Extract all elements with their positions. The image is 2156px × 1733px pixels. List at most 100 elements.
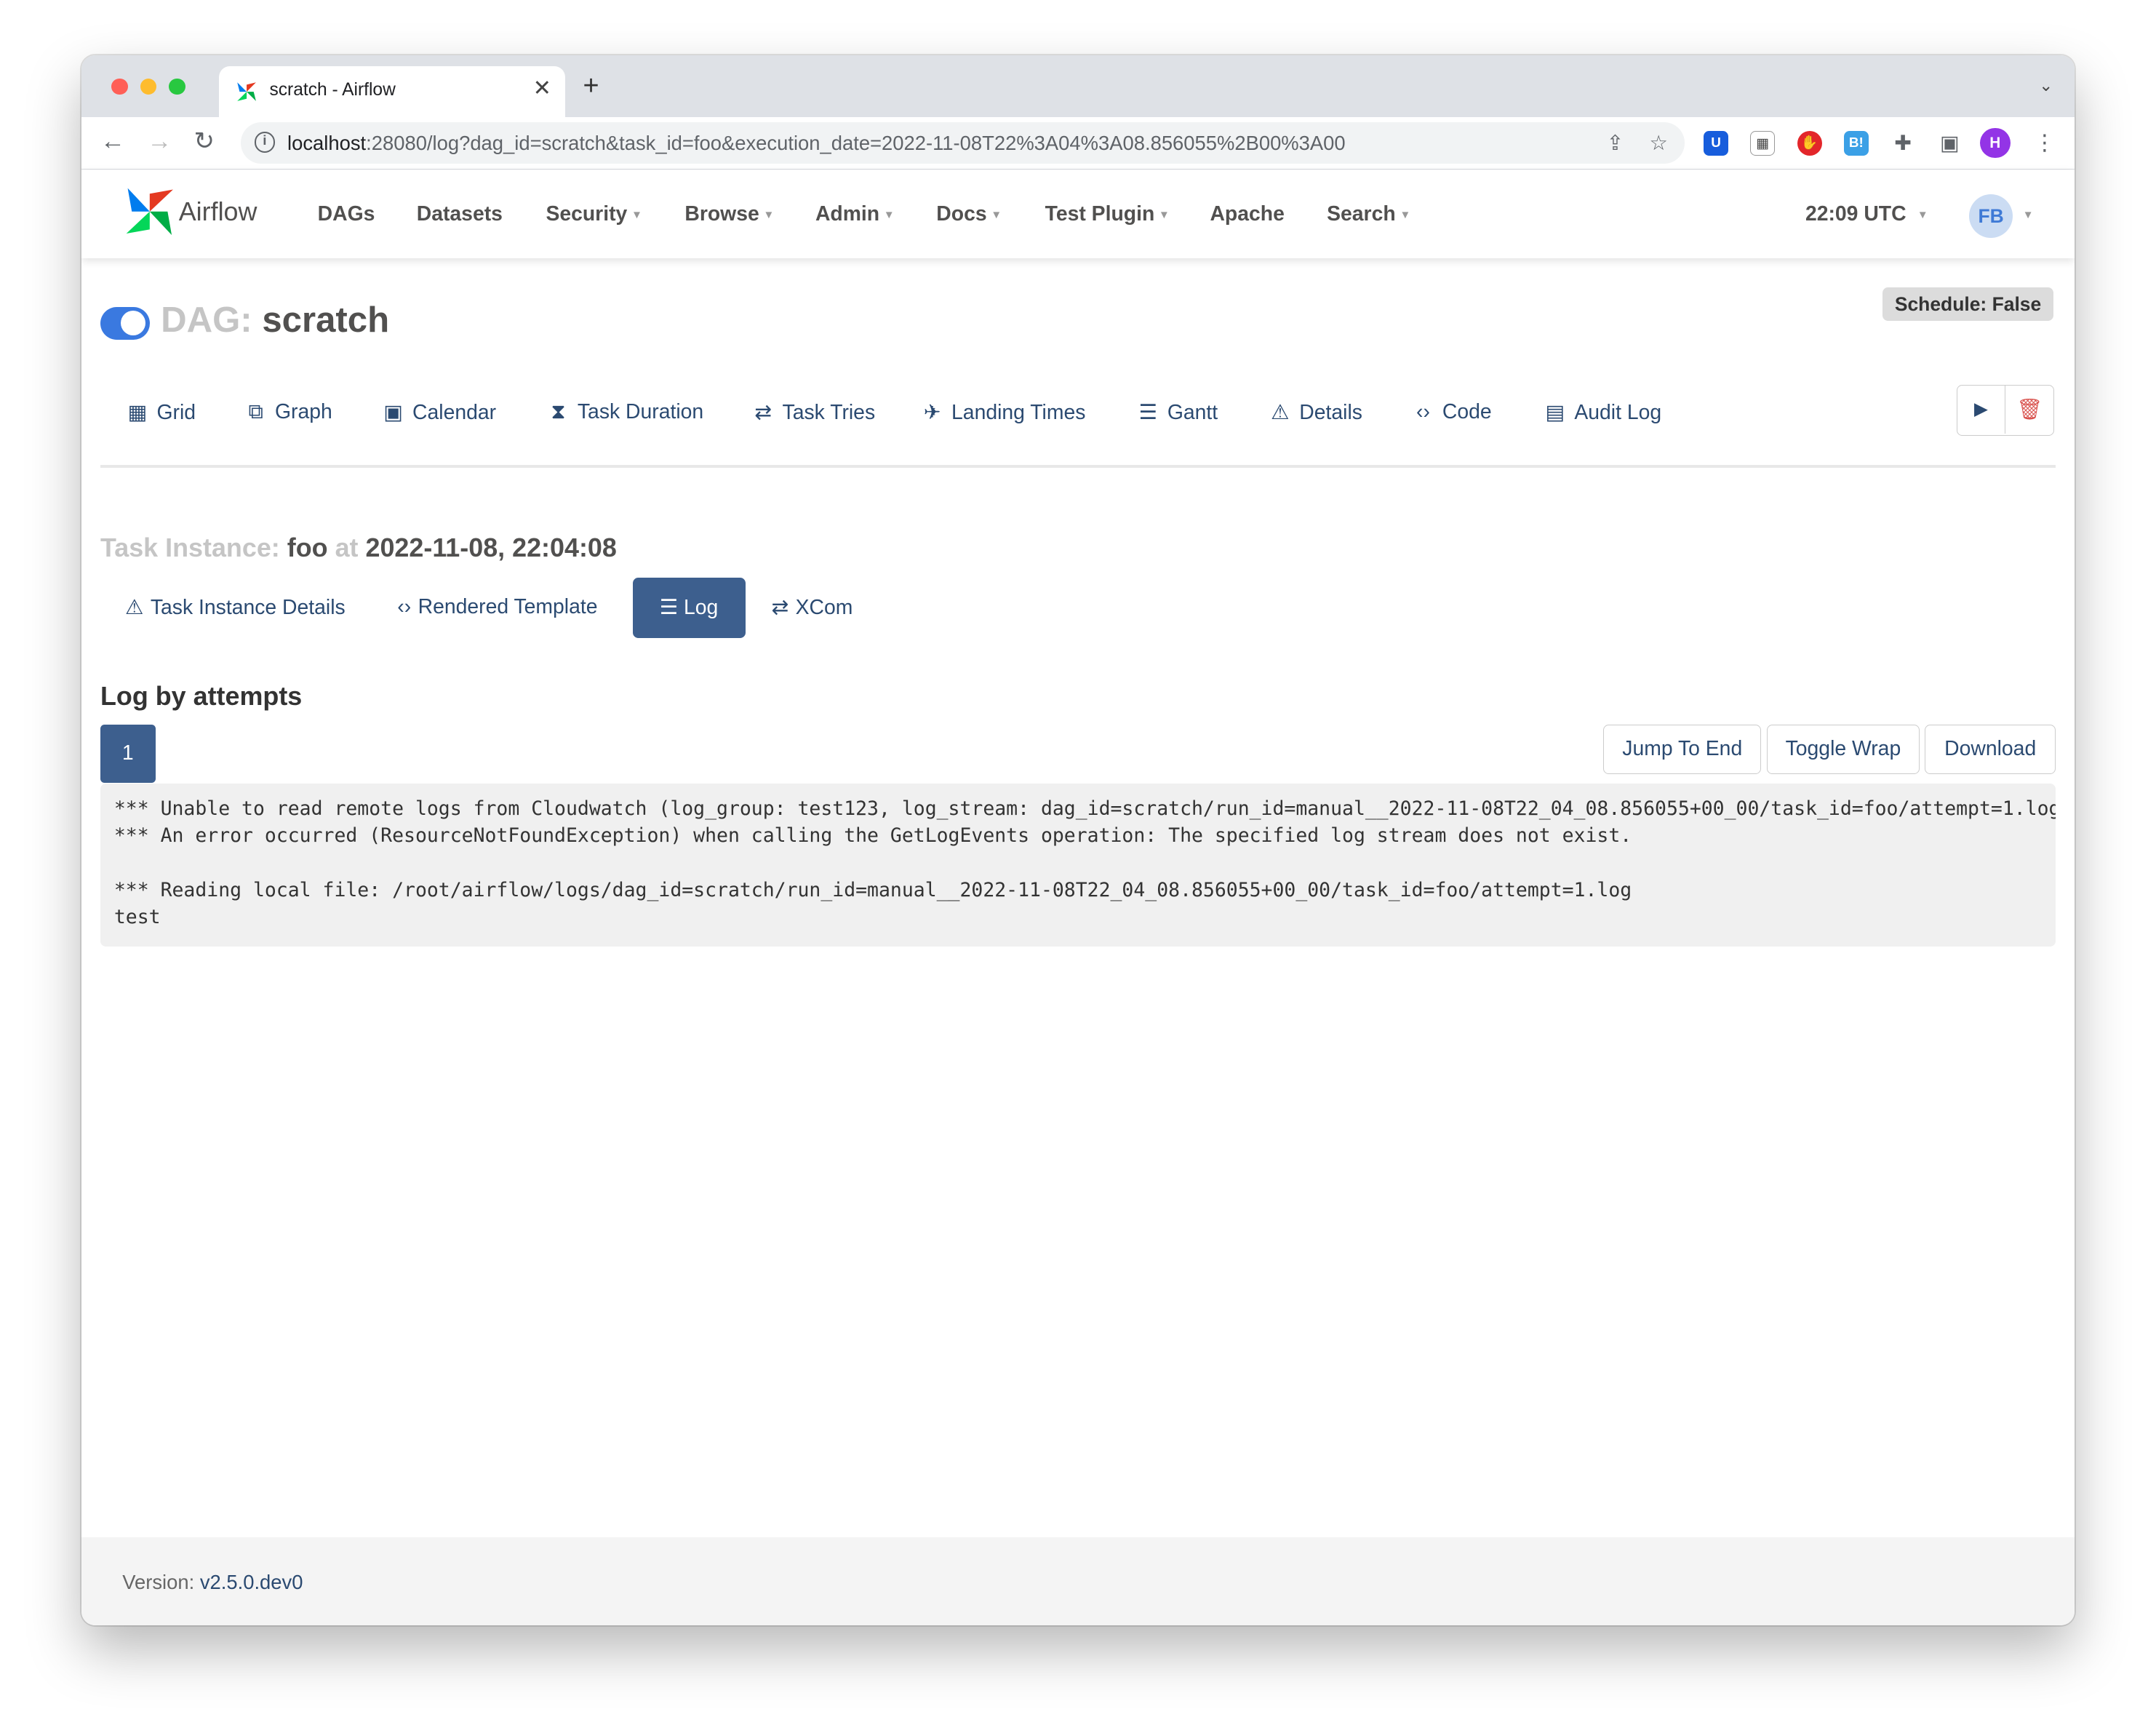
address-bar[interactable]: i localhost:28080/log?dag_id=scratch&tas… — [240, 122, 1685, 164]
trigger-dag-play-icon[interactable]: ▶ — [1957, 386, 2006, 434]
airflow-logo-icon[interactable] — [122, 184, 177, 239]
hatena-extension-icon[interactable]: B! — [1843, 130, 1869, 156]
caret-down-icon: ▼ — [763, 208, 775, 221]
user-avatar[interactable]: FB — [1968, 194, 2013, 238]
browser-tab-active[interactable]: scratch - Airflow ✕ — [218, 65, 565, 117]
caret-down-icon[interactable]: ▼ — [2023, 209, 2034, 221]
exchange-icon: ⇄ — [771, 596, 789, 620]
site-info-icon[interactable]: i — [254, 132, 276, 153]
close-window-button[interactable] — [111, 78, 128, 95]
tab-details[interactable]: ⚠ Details — [1268, 400, 1362, 425]
nav-datasets[interactable]: Datasets — [417, 202, 503, 226]
repeat-icon: ⇄ — [754, 401, 772, 425]
tab-rendered-template[interactable]: ‹› Rendered Template — [397, 595, 597, 619]
dag-pause-toggle[interactable] — [100, 306, 151, 340]
divider — [100, 464, 2056, 468]
maximize-window-button[interactable] — [169, 78, 186, 95]
tab-landing-times[interactable]: ✈ Landing Times — [920, 400, 1086, 425]
log-line: *** Reading local file: /root/airflow/lo… — [113, 878, 1632, 901]
nav-apache[interactable]: Apache — [1210, 202, 1284, 226]
nav-security[interactable]: Security ▼ — [546, 202, 642, 226]
nav-browse[interactable]: Browse ▼ — [684, 202, 774, 226]
tab-calendar[interactable]: ▣ Calendar — [381, 400, 496, 425]
reload-icon[interactable]: ↻ — [194, 127, 215, 156]
tab-audit-log[interactable]: ▤ Audit Log — [1543, 400, 1662, 425]
nav-dags[interactable]: DAGs — [318, 202, 375, 226]
log-output[interactable]: *** Unable to read remote logs from Clou… — [100, 784, 2056, 947]
warning-triangle-icon: ⚠ — [125, 596, 144, 620]
jump-to-end-button[interactable]: Jump To End — [1603, 725, 1762, 775]
toggle-wrap-button[interactable]: Toggle Wrap — [1767, 725, 1920, 775]
nav-test-plugin[interactable]: Test Plugin ▼ — [1045, 202, 1170, 226]
tab-task-instance-details[interactable]: ⚠ Task Instance Details — [125, 595, 346, 620]
new-tab-icon[interactable]: + — [583, 72, 599, 100]
gantt-icon: ☰ — [1138, 401, 1158, 425]
share-icon[interactable]: ⇪ — [1607, 131, 1624, 156]
tab-title: scratch - Airflow — [269, 79, 396, 100]
nav-search[interactable]: Search ▼ — [1327, 202, 1410, 226]
code-icon: ‹› — [1416, 400, 1430, 424]
tab-code[interactable]: ‹› Code — [1410, 400, 1492, 424]
log-section-title: Log by attempts — [100, 680, 303, 711]
tab-task-duration[interactable]: ⧗ Task Duration — [546, 400, 703, 424]
tab-xcom[interactable]: ⇄ XCom — [771, 595, 853, 620]
bookmark-star-icon[interactable]: ☆ — [1650, 131, 1668, 156]
grid-icon: ▦ — [127, 401, 148, 425]
tab-search-chevron-icon[interactable]: ⌄ — [2039, 76, 2053, 95]
url-text: localhost:28080/log?dag_id=scratch&task_… — [287, 132, 1346, 155]
caret-down-icon: ▼ — [1158, 208, 1170, 221]
graph-icon: ⧉ — [248, 400, 263, 424]
back-arrow-icon[interactable]: ← — [100, 127, 125, 156]
browser-menu-icon[interactable]: ⋮ — [2034, 130, 2056, 157]
attempt-1-button[interactable]: 1 — [100, 725, 156, 783]
airflow-navbar: Airflow DAGs Datasets Security ▼ Browse ▼ … — [81, 170, 2075, 259]
tab-gantt[interactable]: ☰ Gantt — [1135, 400, 1218, 425]
tab-close-icon[interactable]: ✕ — [533, 76, 551, 101]
log-line: *** Unable to read remote logs from Clou… — [113, 797, 2056, 820]
task-instance-title: Task Instance: foo at 2022-11-08, 22:04:… — [100, 532, 617, 562]
dag-actions: ▶ 🗑 — [1956, 385, 2055, 437]
tab-task-tries[interactable]: ⇄ Task Tries — [751, 400, 875, 425]
tab-log-active[interactable]: ☰ Log — [632, 577, 746, 639]
browser-window: scratch - Airflow ✕ + ⌄ ← → ↻ i localhos… — [81, 55, 2075, 1626]
extensions-puzzle-icon[interactable]: ✚ — [1891, 131, 1915, 156]
caret-down-icon: ▼ — [991, 208, 1002, 221]
tab-graph[interactable]: ⧉ Graph — [244, 400, 332, 424]
tab-strip: scratch - Airflow ✕ + ⌄ — [81, 55, 2075, 117]
tab-grid[interactable]: ▦ Grid — [125, 400, 196, 425]
qr-extension-icon[interactable]: ▦ — [1750, 130, 1776, 156]
warning-triangle-icon: ⚠ — [1271, 401, 1290, 425]
profile-avatar[interactable]: H — [1980, 127, 2011, 159]
delete-dag-trash-icon[interactable]: 🗑 — [2005, 386, 2053, 434]
minimize-window-button[interactable] — [140, 78, 157, 95]
file-search-icon: ▤ — [1545, 401, 1565, 425]
landing-plane-icon: ✈ — [923, 401, 941, 425]
timezone-clock[interactable]: 22:09 UTC ▼ — [1805, 202, 1928, 226]
caret-down-icon: ▼ — [631, 208, 642, 221]
browser-toolbar: ← → ↻ i localhost:28080/log?dag_id=scrat… — [81, 116, 2075, 170]
calendar-icon: ▣ — [383, 401, 403, 425]
forward-arrow-icon[interactable]: → — [147, 127, 172, 156]
caret-down-icon: ▼ — [1917, 208, 1928, 221]
hourglass-icon: ⧗ — [551, 400, 566, 424]
footer: Version: v2.5.0.dev0 — [81, 1537, 2075, 1626]
download-button[interactable]: Download — [1925, 725, 2056, 775]
version-link[interactable]: v2.5.0.dev0 — [200, 1571, 303, 1593]
version-text: Version: v2.5.0.dev0 — [122, 1570, 303, 1593]
log-line: test — [113, 906, 161, 929]
ublock-extension-icon[interactable]: ✋ — [1797, 130, 1822, 156]
schedule-badge: Schedule: False — [1882, 287, 2054, 322]
side-panel-icon[interactable]: ▣ — [1937, 131, 1962, 156]
caret-down-icon: ▼ — [1400, 208, 1411, 221]
log-line: *** An error occurred (ResourceNotFoundE… — [113, 824, 1632, 847]
bitwarden-extension-icon[interactable]: U — [1704, 130, 1729, 156]
list-icon: ☰ — [659, 595, 679, 619]
code-icon: ‹› — [397, 595, 412, 619]
airflow-favicon-icon — [237, 81, 257, 101]
dag-title: DAG: scratch — [161, 300, 390, 340]
nav-docs[interactable]: Docs ▼ — [936, 202, 1002, 226]
caret-down-icon: ▼ — [883, 208, 895, 221]
nav-admin[interactable]: Admin ▼ — [815, 202, 895, 226]
airflow-brand[interactable]: Airflow — [179, 196, 257, 227]
